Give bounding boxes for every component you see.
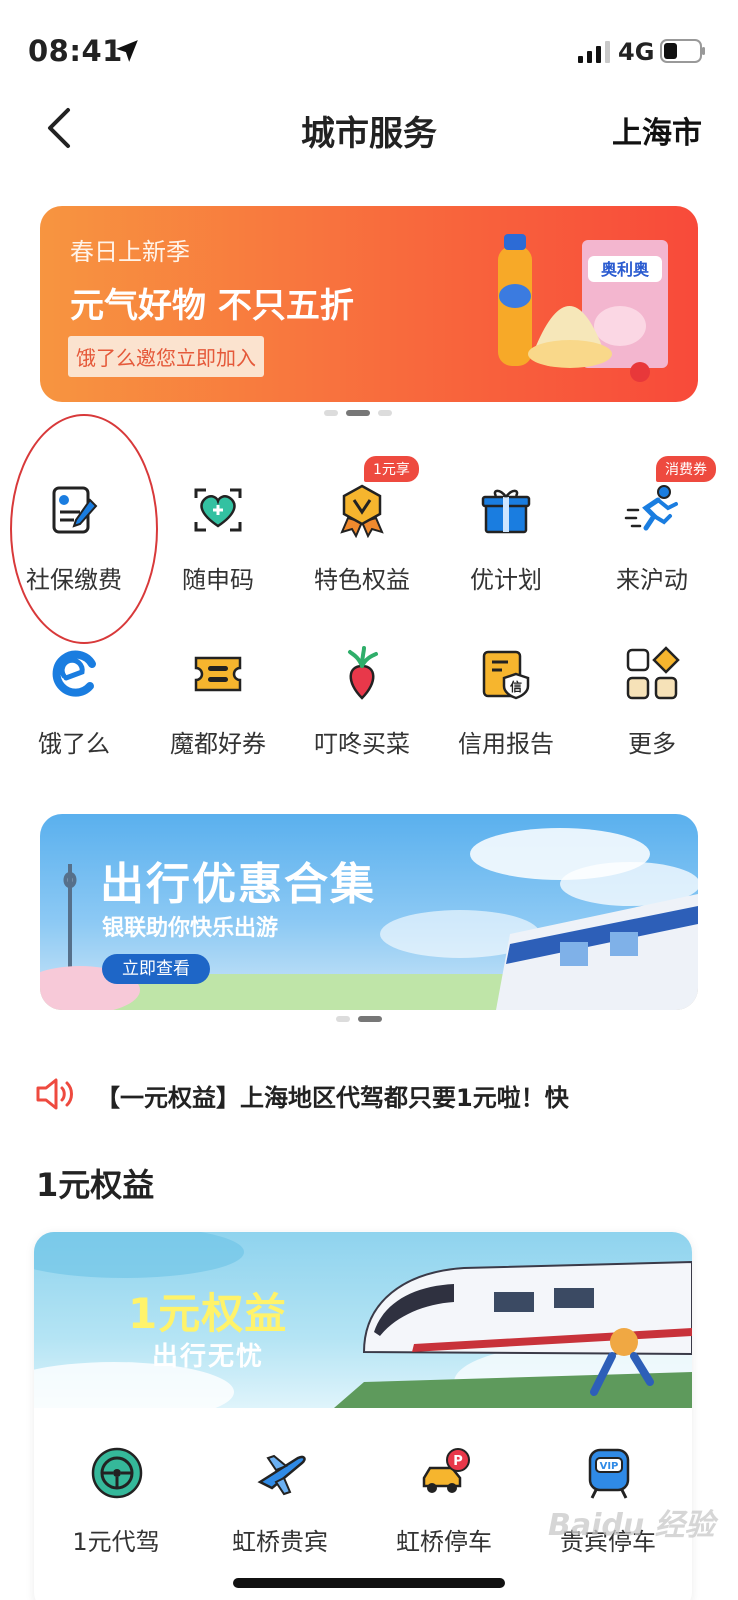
benefit-hero-banner[interactable]: 1元权益 出行无忧 (34, 1232, 692, 1408)
pagination-dot (336, 1016, 350, 1022)
more-apps-icon (626, 646, 680, 700)
grid-item-label: 更多 (628, 730, 676, 758)
promo-pagination (324, 410, 392, 416)
section-title: 1元权益 (36, 1166, 155, 1204)
home-indicator[interactable] (233, 1578, 505, 1588)
pagination-dot (324, 410, 338, 416)
parking-icon-text: P (453, 1454, 463, 1469)
gift-box-icon (481, 489, 531, 534)
grid-item-more[interactable]: 更多 (578, 624, 726, 774)
badge-voucher: 消费券 (656, 456, 716, 482)
notice-bar[interactable]: 【一元权益】上海地区代驾都只要1元啦！快 (34, 1074, 714, 1114)
grid-item-youjihua[interactable]: 优计划 (432, 460, 580, 610)
grid-item-health-code[interactable]: 随申码 (144, 460, 292, 610)
medal-icon (340, 484, 384, 538)
status-bar: 08:41 4G (0, 0, 738, 100)
travel-headline: 出行优惠合集 (100, 859, 376, 910)
airplane-icon (257, 1454, 306, 1496)
notice-text: 【一元权益】上海地区代驾都只要1元啦！快 (96, 1084, 569, 1112)
travel-subtitle: 银联助你快乐出游 (102, 916, 279, 941)
grid-item-label: 随申码 (182, 566, 254, 594)
travel-pagination (336, 1016, 382, 1022)
pagination-dot-active (346, 410, 370, 416)
grid-item-label: 魔都好券 (170, 730, 266, 758)
grid-item-dingdong[interactable]: 叮咚买菜 (288, 624, 436, 774)
pagination-dot-active (358, 1016, 382, 1022)
grid-item-label: 来沪动 (616, 566, 688, 594)
promo-product-text: 奥利奥 (601, 260, 650, 279)
city-selector[interactable]: 上海市 (612, 108, 702, 152)
health-code-icon (194, 488, 242, 532)
steering-wheel-icon (91, 1447, 143, 1499)
signal-icon (578, 41, 610, 63)
baidu-watermark: Baidu 经验 (548, 1508, 715, 1543)
service-label: 1元代驾 (72, 1528, 160, 1556)
credit-icon-text: 信 (510, 679, 522, 694)
parking-car-icon: P (422, 1448, 470, 1493)
service-hongqiao-parking[interactable]: P 虹桥停车 (362, 1446, 526, 1596)
running-man-icon (624, 485, 678, 531)
service-label: 虹桥贵宾 (232, 1528, 328, 1556)
grid-item-label: 叮咚买菜 (314, 730, 410, 758)
grid-item-laihudong[interactable]: 来沪动 (578, 460, 726, 610)
grid-item-label: 饿了么 (38, 730, 110, 758)
pagination-dot (378, 410, 392, 416)
eleme-icon (52, 650, 96, 697)
service-hongqiao-vip[interactable]: 虹桥贵宾 (198, 1446, 362, 1596)
grid-item-label: 信用报告 (458, 730, 554, 758)
grid-item-label: 优计划 (470, 566, 542, 594)
promo-products-image: 奥利奥 (498, 234, 668, 382)
promo-headline: 元气好物 不只五折 (70, 286, 354, 326)
grid-item-special-benefits[interactable]: 特色权益 (288, 460, 436, 610)
grid-item-eleme[interactable]: 饿了么 (0, 624, 148, 774)
battery-icon (660, 39, 705, 63)
grid-item-modu-coupon[interactable]: 魔都好券 (144, 624, 292, 774)
promo-banner[interactable]: 春日上新季 元气好物 不只五折 饿了么邀您立即加入 奥利奥 (40, 206, 698, 402)
service-designated-driver[interactable]: 1元代驾 (34, 1446, 198, 1596)
grid-item-credit-report[interactable]: 信 信用报告 (432, 624, 580, 774)
promo-subtitle: 春日上新季 (70, 238, 190, 266)
highlight-annotation-circle (10, 414, 158, 644)
vip-icon-text: VIP (600, 1461, 619, 1472)
network-type: 4G (618, 38, 655, 66)
radish-icon (348, 646, 378, 700)
benefit-hero-subtitle: 出行无忧 (152, 1342, 265, 1372)
service-label: 虹桥停车 (396, 1528, 492, 1556)
badge-1yuan: 1元享 (364, 456, 419, 482)
location-arrow-icon (116, 40, 138, 62)
grid-item-label: 特色权益 (314, 566, 410, 594)
status-time: 08:41 (28, 34, 123, 68)
benefit-hero-title: 1元权益 (128, 1289, 288, 1338)
vip-train-icon: VIP (588, 1448, 630, 1499)
nav-bar: 城市服务 上海市 (0, 90, 738, 170)
speaker-icon (36, 1078, 73, 1110)
benefit-card: 1元权益 出行无忧 1元代驾 虹桥贵宾 P 虹桥停车 VIP 贵宾停车 (34, 1232, 692, 1600)
credit-report-icon: 信 (482, 650, 530, 700)
promo-tag: 饿了么邀您立即加入 (68, 336, 264, 377)
view-now-button[interactable]: 立即查看 (102, 954, 210, 984)
coupon-icon (194, 656, 242, 692)
travel-banner[interactable]: 出行优惠合集 银联助你快乐出游 立即查看 (40, 814, 698, 1010)
